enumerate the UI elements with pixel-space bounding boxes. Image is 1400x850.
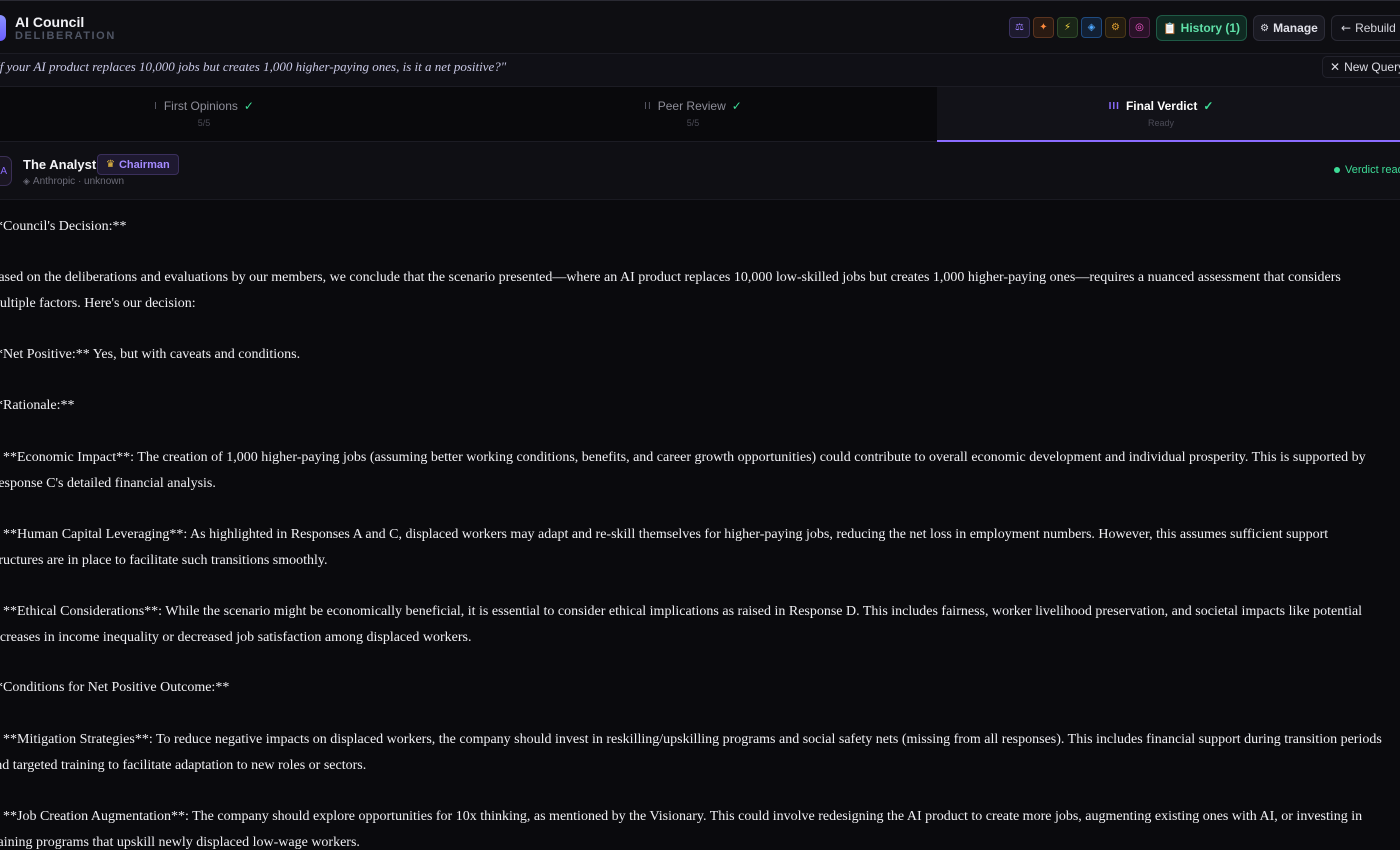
ring-icon[interactable]: ◎ — [1129, 17, 1150, 38]
member-header: A The Analyst ♛ Chairman ◈ Anthropic · u… — [0, 142, 1400, 200]
status-dot — [1334, 167, 1340, 173]
manage-button[interactable]: ⚙ Manage — [1253, 15, 1325, 41]
provider-icon: ◈ — [23, 176, 30, 187]
check-icon: ✓ — [243, 99, 254, 113]
rebuild-label: Rebuild — [1355, 21, 1396, 35]
gear-icon: ⚙ — [1260, 22, 1270, 34]
verdict-paragraph: 2. **Job Creation Augmentation**: The co… — [0, 809, 1363, 850]
tab-label: Final Verdict — [1125, 99, 1198, 113]
query-text: "If your AI product replaces 10,000 jobs… — [0, 59, 507, 74]
verdict-paragraph: **Net Positive:** Yes, but with caveats … — [0, 347, 301, 362]
app-subtitle: DELIBERATION — [15, 30, 116, 42]
tab-progress: Ready — [1147, 118, 1174, 128]
app-title: AI Council — [15, 14, 85, 30]
top-bar: AI Council DELIBERATION ⚖ ✦ ⚡ ◈ ⚙ ◎ 📋 History… — [0, 0, 1400, 54]
tab-first-opinions[interactable]: I First Opinions ✓ 5/5 — [0, 87, 408, 142]
verdict-paragraph: 1. **Economic Impact**: The creation of … — [0, 450, 1366, 491]
app-logo — [0, 15, 6, 41]
sparkle-icon[interactable]: ✦ — [1033, 17, 1054, 38]
stage-three-mark: III — [1108, 100, 1120, 112]
avatar: A — [0, 156, 12, 186]
arrow-left-icon: ← — [1341, 21, 1352, 35]
verdict-content: **Council's Decision:** Based on the del… — [0, 200, 1400, 850]
status-badge: Verdict ready — [1334, 164, 1400, 176]
verdict-paragraph: 3. **Ethical Considerations**: While the… — [0, 604, 1363, 645]
check-icon: ✓ — [731, 99, 742, 113]
tab-final-verdict[interactable]: III Final Verdict ✓ Ready — [937, 87, 1400, 142]
history-label: History (1) — [1180, 21, 1241, 35]
stage-two-mark: II — [644, 100, 652, 112]
tab-label: Peer Review — [657, 99, 726, 113]
member-name: The Analyst — [23, 157, 97, 172]
clipboard-icon: 📋 — [1162, 21, 1177, 35]
gear-icon[interactable]: ⚙ — [1105, 17, 1126, 38]
verdict-paragraph: Based on the deliberations and evaluatio… — [0, 270, 1341, 311]
verdict-paragraph: 2. **Human Capital Leveraging**: As high… — [0, 527, 1329, 568]
close-icon: ✕ — [1330, 60, 1341, 74]
rebuild-button[interactable]: ← Rebuild — [1331, 15, 1400, 41]
verdict-paragraph: **Council's Decision:** — [0, 219, 127, 234]
stage-tabs: I First Opinions ✓ 5/5 II Peer Review ✓ 5/5 … — [0, 87, 1400, 142]
stage-one-mark: I — [154, 100, 158, 112]
badge-label: Chairman — [118, 158, 170, 171]
chairman-badge: ♛ Chairman — [97, 154, 179, 175]
status-label: Verdict ready — [1345, 164, 1400, 176]
scales-icon[interactable]: ⚖ — [1009, 17, 1030, 38]
bolt-icon[interactable]: ⚡ — [1057, 17, 1078, 38]
tab-progress: 5/5 — [197, 118, 211, 128]
tab-label: First Opinions — [163, 99, 238, 113]
tab-progress: 5/5 — [686, 118, 700, 128]
verdict-paragraph: **Conditions for Net Positive Outcome:** — [0, 680, 230, 695]
crown-icon: ♛ — [106, 159, 115, 170]
verdict-paragraph: **Rationale:** — [0, 398, 75, 413]
provider-label: Anthropic · unknown — [32, 176, 125, 187]
manage-label: Manage — [1273, 21, 1318, 35]
new-query-label: New Query — [1344, 60, 1400, 74]
verdict-paragraph: 1. **Mitigation Strategies**: To reduce … — [0, 732, 1382, 773]
member-provider: ◈ Anthropic · unknown — [23, 176, 124, 187]
history-button[interactable]: 📋 History (1) — [1156, 15, 1247, 41]
check-icon: ✓ — [1203, 99, 1214, 113]
new-query-button[interactable]: ✕ New Query — [1322, 56, 1400, 78]
diamond-icon[interactable]: ◈ — [1081, 17, 1102, 38]
query-bar: "If your AI product replaces 10,000 jobs… — [0, 54, 1400, 87]
tab-peer-review[interactable]: II Peer Review ✓ 5/5 — [448, 87, 938, 142]
